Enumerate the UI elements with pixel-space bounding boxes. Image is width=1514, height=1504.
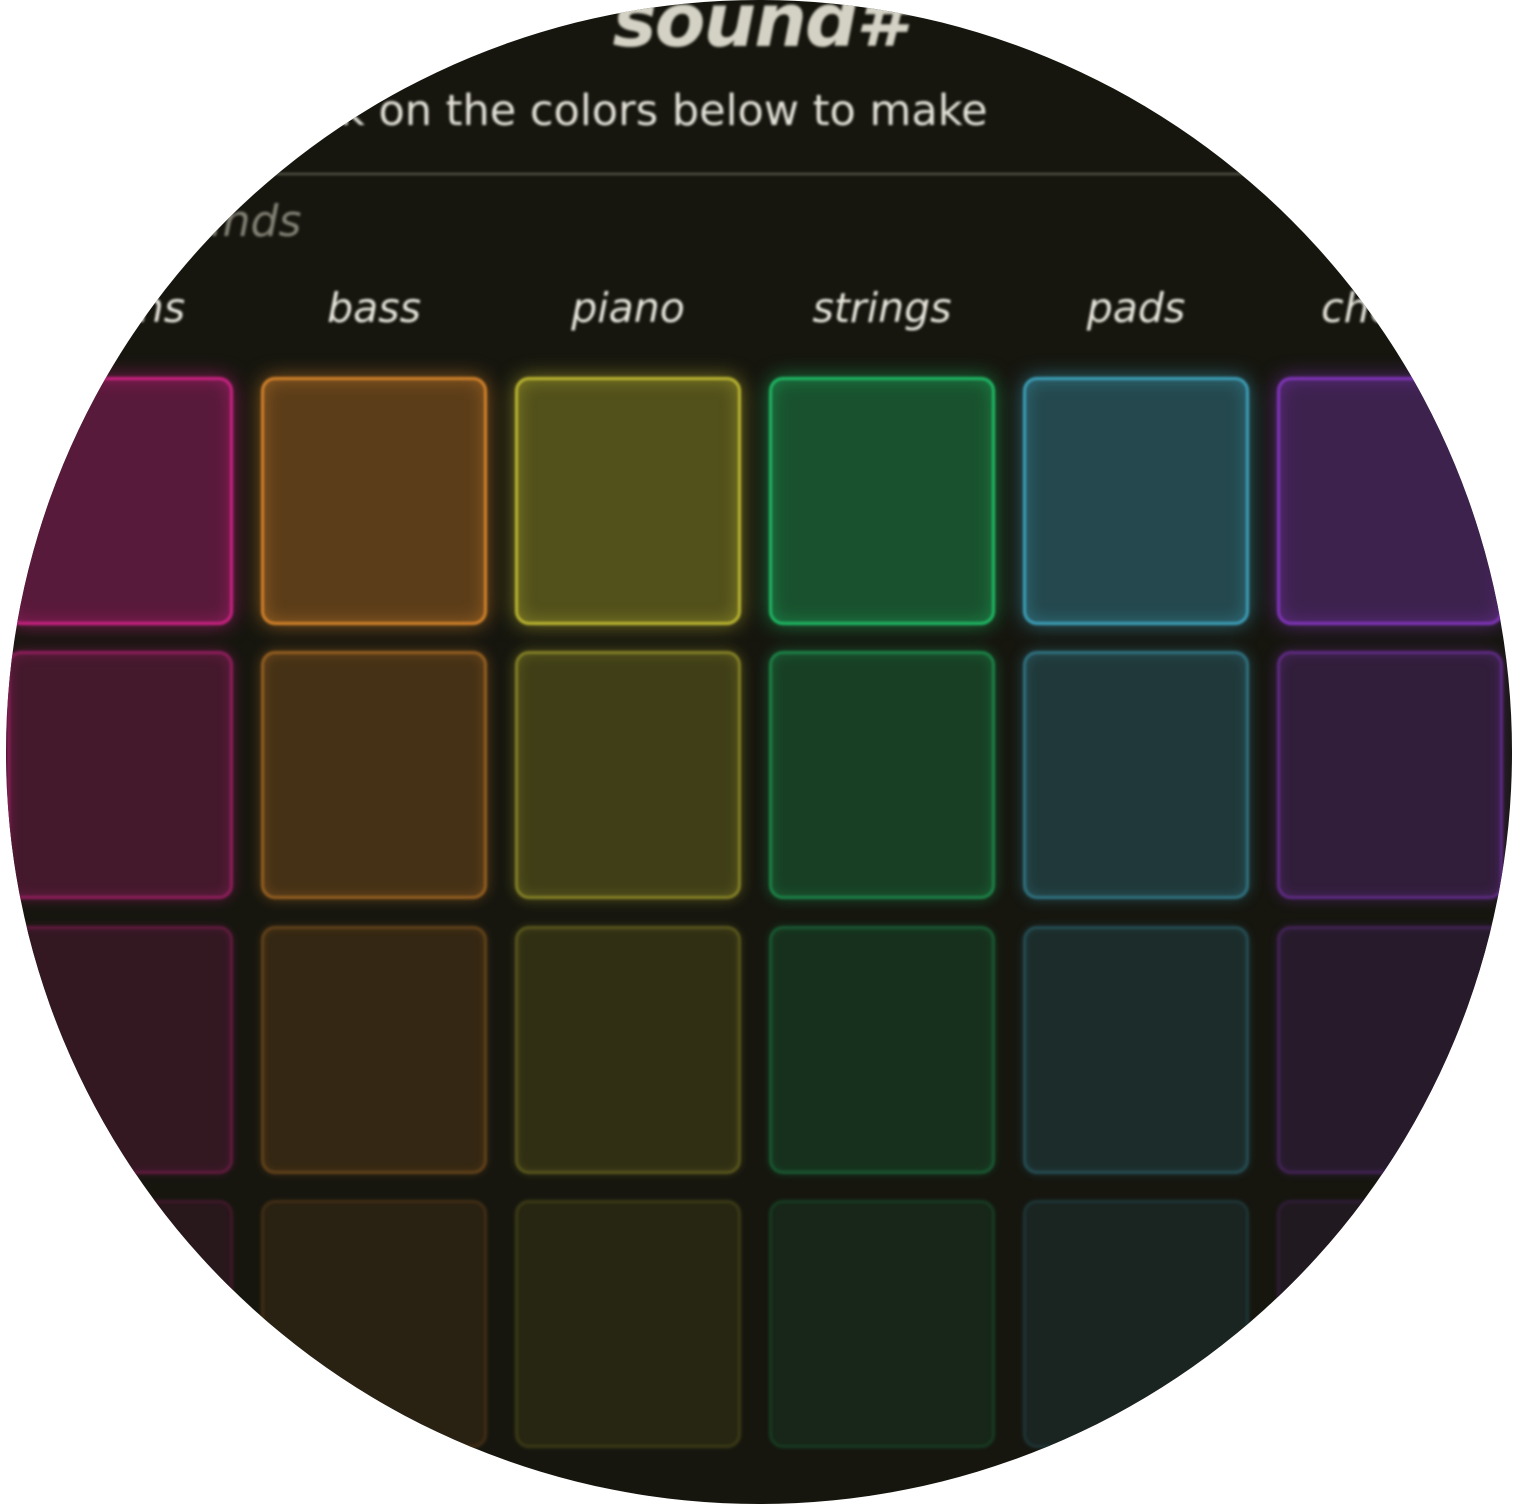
sound-pad-drums-3[interactable] [7,926,233,1174]
sound-pad-drums-1[interactable] [7,377,233,625]
sound-pad-pads-4[interactable] [1023,1200,1249,1448]
sound-pad-strings-4[interactable] [769,1200,995,1448]
sound-pad-bass-2[interactable] [261,651,487,899]
app-title: sound# [612,0,908,64]
sound-pad-piano-3[interactable] [515,926,741,1174]
sound-pad-strings-2[interactable] [769,651,995,899]
sound-pad-pads-1[interactable] [1023,377,1249,625]
column-label-drums: drums [54,284,186,332]
sound-pad-pads-3[interactable] [1023,926,1249,1174]
sound-pad-strings-3[interactable] [769,926,995,1174]
instructions-text: (or touch the screen) or click on the co… [6,86,988,136]
sound-pad-drums-2[interactable] [7,651,233,899]
sound-pad-piano-1[interactable] [515,377,741,625]
sound-pad-drums-4[interactable] [7,1200,233,1448]
sound-pad-piano-4[interactable] [515,1200,741,1448]
divider [246,173,1266,175]
sound-pad-pads-2[interactable] [1023,651,1249,899]
column-label-bass: bass [327,284,421,332]
sound-pad-chords-3[interactable] [1277,926,1503,1174]
sound-pad-bass-4[interactable] [261,1200,487,1448]
sound-pad-chords-2[interactable] [1277,651,1503,899]
magnifier-lens: sound# (or touch the screen) or click on… [6,0,1512,1504]
app-content: sound# (or touch the screen) or click on… [6,0,1512,1504]
section-heading: notes + sounds [6,196,302,247]
sound-pad-strings-1[interactable] [769,377,995,625]
sound-pad-bass-3[interactable] [261,926,487,1174]
column-label-strings: strings [812,284,952,332]
column-label-chords: chords [1321,284,1459,332]
sound-pad-chords-4[interactable] [1277,1200,1503,1448]
sound-pad-piano-2[interactable] [515,651,741,899]
sound-pad-chords-1[interactable] [1277,377,1503,625]
sound-pad-bass-1[interactable] [261,377,487,625]
column-label-pads: pads [1086,284,1186,332]
column-label-piano: piano [571,284,685,332]
